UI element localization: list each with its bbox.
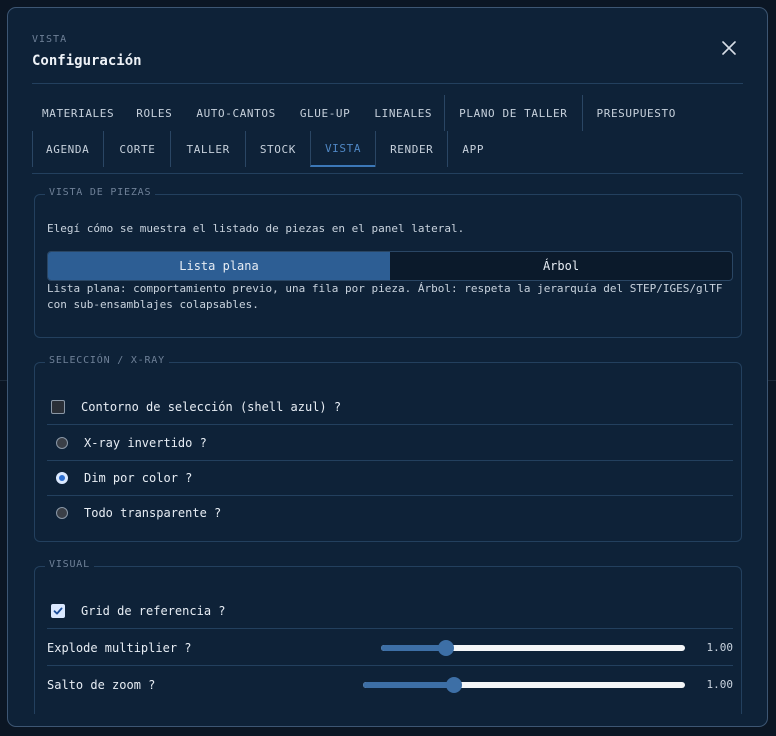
tab-vista[interactable]: VISTA — [309, 131, 376, 167]
close-button[interactable] — [717, 36, 741, 60]
close-icon — [722, 41, 736, 55]
tabs-divider — [32, 173, 743, 174]
zoom-step-slider[interactable] — [363, 677, 685, 693]
explode-multiplier-slider[interactable] — [381, 640, 685, 656]
xray-inverted-radio[interactable] — [56, 436, 68, 449]
zoom-step-label: Salto de zoom ? — [47, 677, 156, 692]
explode-multiplier-row: Explode multiplier ? 1.00 — [47, 630, 733, 666]
all-transparent-radio[interactable] — [56, 506, 68, 519]
xray-option-row[interactable]: Dim por color ? — [47, 460, 733, 496]
selection-outline-label: Contorno de selección (shell azul) ? — [81, 399, 342, 414]
dialog-header: VISTA Configuración — [32, 34, 142, 69]
tab-corte[interactable]: CORTE — [103, 131, 170, 167]
explode-multiplier-label: Explode multiplier ? — [47, 640, 192, 655]
tab-stock[interactable]: STOCK — [244, 131, 310, 167]
section-intro: Elegí cómo se muestra el listado de piez… — [47, 222, 465, 235]
header-divider — [32, 83, 743, 84]
dialog-eyebrow: VISTA — [32, 34, 68, 45]
zoom-step-value: 1.00 — [706, 678, 734, 691]
tab-plano-de-taller[interactable]: PLANO DE TALLER — [444, 95, 581, 131]
slider-thumb[interactable] — [438, 640, 455, 656]
section-seleccion-xray: SELECCIÓN / X-RAY Contorno de selección … — [34, 355, 742, 542]
view-mode-help: Lista plana: comportamiento previo, una … — [47, 281, 723, 313]
view-mode-toggle: Lista plana Árbol — [47, 251, 733, 281]
settings-dialog: VISTA Configuración MATERIALES ROLES AUT… — [7, 7, 768, 727]
section-legend: VISTA DE PIEZAS — [45, 187, 156, 198]
selection-outline-row[interactable]: Contorno de selección (shell azul) ? — [47, 389, 733, 425]
xray-option-row[interactable]: Todo transparente ? — [47, 495, 733, 530]
tab-roles[interactable]: ROLES — [124, 95, 184, 131]
help-line-1: Lista plana: comportamiento previo, una … — [47, 282, 723, 295]
tab-lineales[interactable]: LINEALES — [362, 95, 444, 131]
backdrop-divider — [0, 380, 7, 381]
tab-auto-cantos[interactable]: AUTO-CANTOS — [184, 95, 287, 131]
grid-row[interactable]: Grid de referencia ? — [47, 593, 733, 629]
tab-row-1: MATERIALES ROLES AUTO-CANTOS GLUE-UP LIN… — [32, 95, 690, 131]
tab-presupuesto[interactable]: PRESUPUESTO — [581, 95, 690, 131]
selection-outline-checkbox[interactable] — [51, 399, 65, 414]
help-line-2: con sub-ensamblajes colapsables. — [47, 298, 259, 311]
zoom-step-row: Salto de zoom ? 1.00 — [47, 667, 733, 702]
tab-materiales[interactable]: MATERIALES — [32, 95, 124, 131]
slider-thumb[interactable] — [446, 677, 463, 693]
dialog-title: Configuración — [32, 53, 142, 69]
option-lista-plana[interactable]: Lista plana — [48, 252, 390, 280]
tab-taller[interactable]: TALLER — [170, 131, 244, 167]
tab-app[interactable]: APP — [447, 131, 498, 167]
settings-content[interactable]: VISTA DE PIEZAS Elegí cómo se muestra el… — [32, 184, 744, 714]
grid-label: Grid de referencia ? — [81, 603, 226, 618]
section-legend: SELECCIÓN / X-RAY — [45, 355, 169, 366]
option-arbol[interactable]: Árbol — [390, 252, 732, 280]
explode-multiplier-value: 1.00 — [706, 641, 734, 654]
tab-render[interactable]: RENDER — [375, 131, 447, 167]
all-transparent-label: Todo transparente ? — [84, 505, 222, 520]
section-vista-de-piezas: VISTA DE PIEZAS Elegí cómo se muestra el… — [34, 187, 742, 338]
tab-row-2: AGENDA CORTE TALLER STOCK VISTA RENDER A… — [32, 131, 498, 167]
backdrop-divider — [768, 380, 776, 381]
tab-agenda[interactable]: AGENDA — [32, 131, 103, 167]
check-icon — [53, 607, 63, 614]
grid-checkbox[interactable] — [51, 603, 65, 618]
section-visual: VISUAL Grid de referencia ? Explode mult… — [34, 559, 742, 714]
section-legend: VISUAL — [45, 559, 94, 570]
slider-fill — [381, 645, 447, 651]
dim-by-color-radio[interactable] — [56, 471, 68, 484]
xray-option-row[interactable]: X-ray invertido ? — [47, 425, 733, 461]
xray-inverted-label: X-ray invertido ? — [84, 435, 207, 450]
tab-glue-up[interactable]: GLUE-UP — [288, 95, 363, 131]
dim-by-color-label: Dim por color ? — [84, 470, 193, 485]
slider-fill — [363, 682, 455, 688]
